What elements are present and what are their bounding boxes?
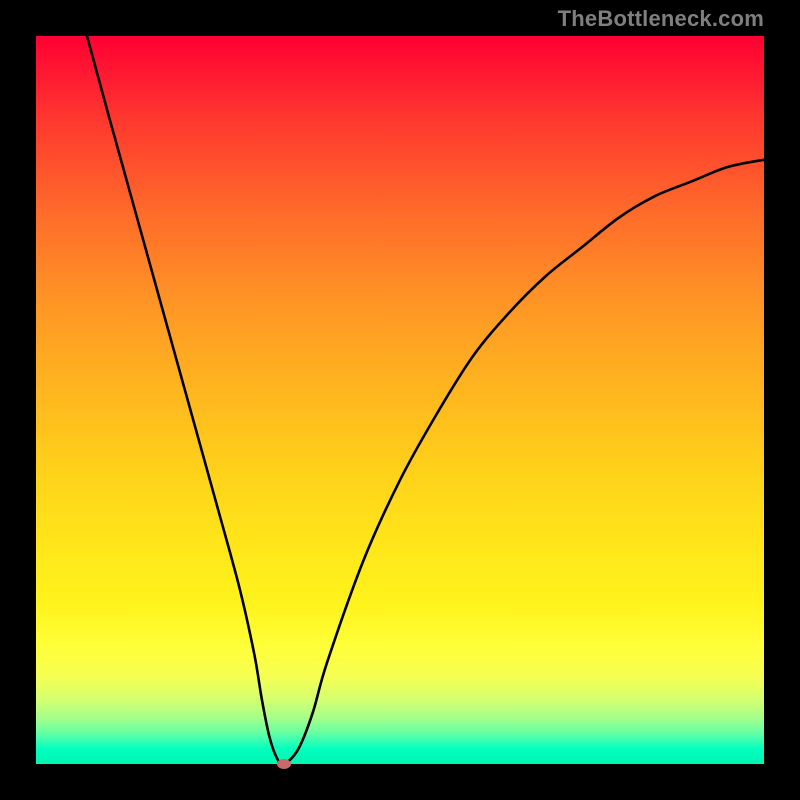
chart-frame: TheBottleneck.com bbox=[0, 0, 800, 800]
bottleneck-curve bbox=[36, 36, 764, 764]
watermark-text: TheBottleneck.com bbox=[558, 6, 764, 32]
optimum-marker bbox=[277, 759, 291, 769]
plot-area bbox=[36, 36, 764, 764]
curve-path bbox=[87, 36, 764, 764]
